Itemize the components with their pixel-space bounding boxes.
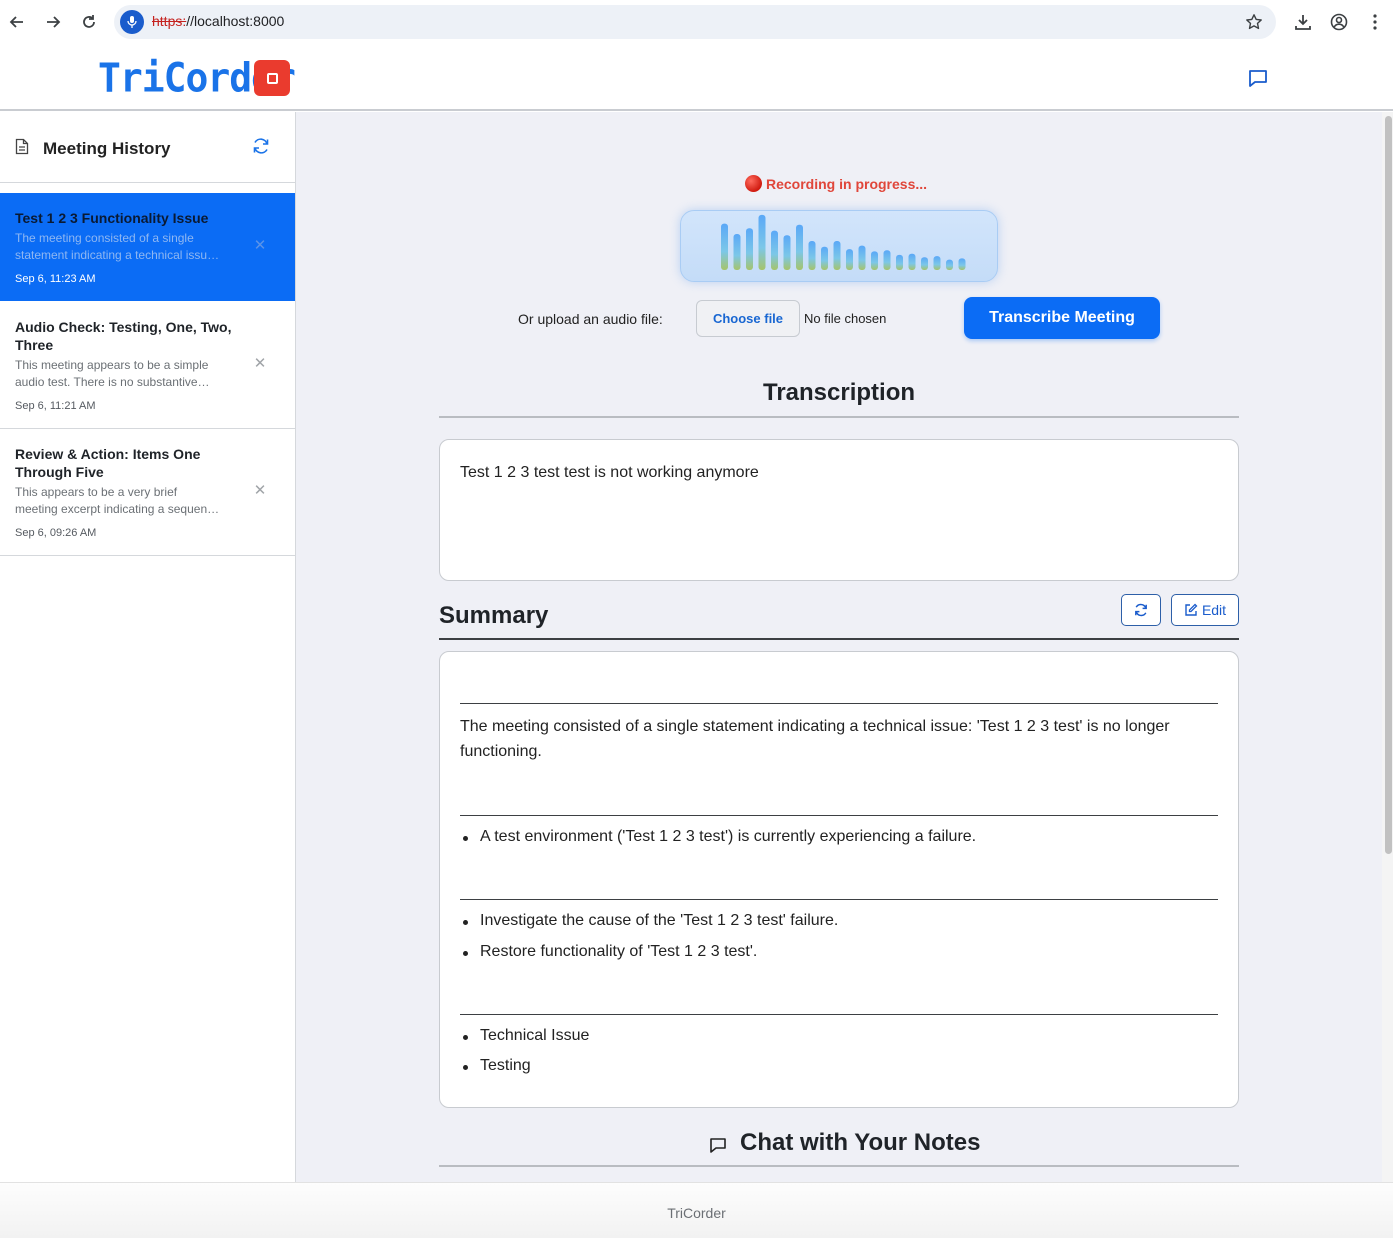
upload-label: Or upload an audio file: bbox=[518, 311, 663, 327]
meeting-title: Test 1 2 3 Functionality Issue bbox=[15, 210, 209, 226]
footer-text: TriCorder bbox=[667, 1205, 726, 1221]
file-status: No file chosen bbox=[804, 311, 887, 326]
recording-status: Recording in progress... bbox=[745, 175, 927, 192]
chat-heading: Chat with Your Notes bbox=[740, 1129, 981, 1156]
divider bbox=[439, 416, 1239, 418]
forward-arrow-icon[interactable] bbox=[41, 10, 65, 34]
waveform-bar bbox=[758, 214, 766, 270]
tag-item: Technical Issue bbox=[462, 1027, 590, 1044]
meeting-item[interactable]: Test 1 2 3 Functionality Issue The meeti… bbox=[0, 193, 295, 301]
action-item: Investigate the cause of the 'Test 1 2 3… bbox=[462, 912, 839, 929]
waveform-bar bbox=[908, 253, 916, 270]
stop-recording-button[interactable] bbox=[254, 60, 290, 96]
summary-box: The meeting consisted of a single statem… bbox=[439, 651, 1239, 1108]
waveform-bar bbox=[721, 223, 728, 270]
delete-meeting-icon[interactable]: ✕ bbox=[253, 483, 267, 498]
waveform-bar bbox=[883, 250, 891, 270]
stop-icon bbox=[266, 72, 278, 84]
waveform-bar bbox=[771, 230, 778, 270]
meeting-item[interactable]: Audio Check: Testing, One, Two, Three Th… bbox=[0, 301, 295, 429]
section-rule bbox=[460, 899, 1218, 900]
section-rule bbox=[460, 815, 1218, 816]
waveform-bar bbox=[871, 251, 878, 270]
meeting-summary-preview: This appears to be a very brief meeting … bbox=[15, 485, 220, 516]
waveform-bar bbox=[733, 234, 741, 270]
sidebar-title: Meeting History bbox=[43, 139, 171, 158]
waveform-bar bbox=[933, 256, 941, 270]
edit-summary-button[interactable]: Edit bbox=[1171, 594, 1239, 626]
chat-bubble-icon bbox=[709, 1136, 727, 1154]
waveform-bar bbox=[833, 241, 841, 270]
waveform-bar bbox=[896, 254, 903, 270]
waveform-bar bbox=[846, 249, 853, 270]
delete-meeting-icon[interactable]: ✕ bbox=[253, 238, 267, 253]
meeting-date: Sep 6, 09:26 AM bbox=[15, 527, 97, 539]
waveform-bar bbox=[958, 258, 966, 270]
waveform-bar bbox=[946, 259, 953, 270]
meeting-item[interactable]: Review & Action: Items One Through Five … bbox=[0, 429, 295, 556]
app-footer: TriCorder bbox=[0, 1182, 1393, 1238]
more-menu-icon[interactable] bbox=[1363, 10, 1387, 34]
refresh-history-icon[interactable] bbox=[251, 136, 273, 158]
transcription-text: Test 1 2 3 test test is not working anym… bbox=[460, 464, 759, 481]
chat-toggle-icon[interactable] bbox=[1247, 67, 1269, 89]
key-point-item: A test environment ('Test 1 2 3 test') i… bbox=[462, 828, 977, 845]
summary-overview: The meeting consisted of a single statem… bbox=[460, 718, 1170, 760]
waveform-bars bbox=[721, 214, 966, 270]
bookmark-star-icon[interactable] bbox=[1244, 12, 1264, 32]
meeting-title: Review & Action: Items One Through Five bbox=[15, 446, 201, 480]
waveform-bar bbox=[921, 257, 928, 270]
download-icon[interactable] bbox=[1291, 10, 1315, 34]
document-icon bbox=[15, 138, 31, 156]
recording-dot-icon bbox=[745, 175, 762, 192]
divider bbox=[439, 638, 1239, 640]
waveform-bar bbox=[746, 228, 753, 270]
profile-icon[interactable] bbox=[1327, 10, 1351, 34]
waveform-bar bbox=[796, 224, 803, 270]
choose-file-button[interactable]: Choose file bbox=[696, 300, 800, 337]
refresh-icon bbox=[1135, 603, 1147, 617]
address-bar[interactable]: https://localhost:8000 bbox=[114, 5, 1276, 39]
scrollbar-thumb[interactable] bbox=[1385, 116, 1392, 854]
section-rule bbox=[460, 1014, 1218, 1015]
regenerate-summary-button[interactable] bbox=[1121, 594, 1161, 626]
browser-toolbar: https://localhost:8000 bbox=[0, 0, 1393, 44]
transcribe-meeting-button[interactable]: Transcribe Meeting bbox=[964, 297, 1160, 339]
summary-heading: Summary bbox=[439, 602, 549, 629]
tag-item: Testing bbox=[463, 1057, 531, 1074]
url-text: https://localhost:8000 bbox=[152, 13, 285, 29]
microphone-icon[interactable] bbox=[120, 10, 144, 34]
meeting-summary-preview: This meeting appears to be a simple audi… bbox=[15, 358, 210, 389]
app-header: TriCorder bbox=[0, 44, 1393, 111]
divider bbox=[439, 1165, 1239, 1167]
meeting-date: Sep 6, 11:21 AM bbox=[15, 400, 96, 412]
transcription-box[interactable]: Test 1 2 3 test test is not working anym… bbox=[439, 439, 1239, 581]
sidebar-header: Meeting History bbox=[0, 112, 295, 183]
delete-meeting-icon[interactable]: ✕ bbox=[253, 356, 267, 371]
meeting-date: Sep 6, 11:23 AM bbox=[15, 273, 96, 285]
transcription-heading: Transcription bbox=[762, 379, 916, 406]
section-rule bbox=[460, 703, 1218, 704]
waveform-bar bbox=[783, 235, 791, 270]
action-item: Restore functionality of 'Test 1 2 3 tes… bbox=[462, 943, 758, 960]
audio-waveform bbox=[680, 210, 998, 282]
waveform-bar bbox=[858, 245, 866, 270]
waveform-bar bbox=[808, 241, 816, 270]
main-content: Recording in progress... Or upload an au… bbox=[296, 112, 1382, 1182]
back-arrow-icon[interactable] bbox=[5, 10, 29, 34]
meeting-history-sidebar: Meeting History Test 1 2 3 Functionality… bbox=[0, 112, 296, 1182]
meeting-title: Audio Check: Testing, One, Two, Three bbox=[15, 319, 232, 353]
edit-icon bbox=[1185, 603, 1198, 616]
meeting-summary-preview: The meeting consisted of a single statem… bbox=[15, 231, 220, 262]
reload-icon[interactable] bbox=[77, 10, 101, 34]
waveform-bar bbox=[821, 246, 828, 270]
